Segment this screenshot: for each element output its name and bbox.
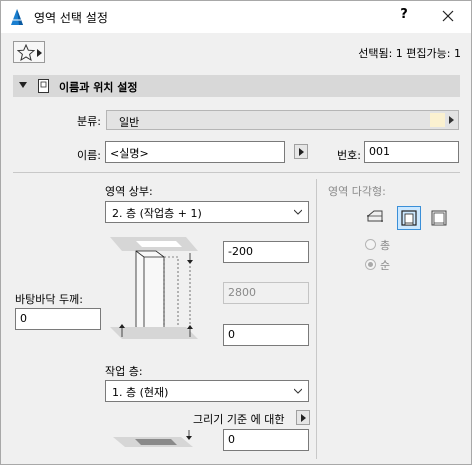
number-label: 번호: <box>337 149 361 162</box>
section-header-name-position[interactable]: 이름과 위치 설정 <box>13 75 460 97</box>
home-story-select[interactable]: 1. 층 (현재) <box>105 380 309 402</box>
collapse-triangle-icon <box>19 82 27 88</box>
close-icon[interactable] <box>433 5 463 27</box>
polygon-net-icon <box>431 210 447 226</box>
height-input: 2800 <box>223 282 309 304</box>
selection-info: 선택됨: 1 편집가능: 1 <box>358 47 461 60</box>
polygon-gross-icon <box>401 210 417 226</box>
name-input[interactable]: <실명> <box>105 141 285 163</box>
star-icon <box>17 44 35 61</box>
name-label: 이름: <box>77 149 101 162</box>
polygon-net-button[interactable] <box>427 206 451 230</box>
vertical-divider <box>316 179 317 459</box>
dialog-window: 영역 선택 설정 ? 선택됨: 1 편집가능: 1 이름과 위치 설정 분류: … <box>0 0 472 465</box>
polygon-manual-button[interactable] <box>363 206 387 230</box>
favorites-button[interactable] <box>13 41 45 63</box>
floor-thickness-label: 바탕바닥 두께: <box>15 293 83 306</box>
radio-gross-label: 총 <box>380 239 391 252</box>
reference-label: 그리기 기준 에 대한 <box>193 413 285 426</box>
polygon-gross-button[interactable] <box>397 206 421 230</box>
radio-gross[interactable] <box>365 239 376 250</box>
triangle-right-icon <box>301 414 306 422</box>
top-offset-input[interactable]: -200 <box>223 241 309 263</box>
category-color-swatch <box>430 113 445 127</box>
category-selector[interactable]: 일반 <box>106 110 459 130</box>
triangle-right-icon <box>299 148 304 156</box>
reference-offset-input[interactable]: 0 <box>223 429 309 451</box>
top-story-select[interactable]: 2. 층 (작업층 + 1) <box>105 201 309 223</box>
divider <box>13 172 460 173</box>
top-label: 영역 상부: <box>105 185 153 198</box>
reference-level-icon <box>113 430 193 447</box>
reference-options-button[interactable] <box>296 410 310 425</box>
section-title: 이름과 위치 설정 <box>59 81 138 94</box>
document-icon <box>38 79 49 93</box>
bottom-offset-input[interactable]: 0 <box>223 324 309 346</box>
title-bar: 영역 선택 설정 ? <box>1 1 471 33</box>
number-input[interactable]: 001 <box>364 141 459 163</box>
app-logo-icon <box>11 9 23 25</box>
top-story-value: 2. 층 (작업층 + 1) <box>112 207 202 220</box>
chevron-down-icon <box>294 209 302 215</box>
category-label: 분류: <box>77 115 101 128</box>
polygon-manual-icon <box>367 210 383 222</box>
triangle-right-icon <box>37 49 42 57</box>
home-story-label: 작업 층: <box>105 365 143 378</box>
radio-net-label: 순 <box>380 259 391 272</box>
category-value: 일반 <box>119 116 140 129</box>
chevron-down-icon <box>294 388 302 394</box>
floor-thickness-input[interactable]: 0 <box>15 308 101 330</box>
triangle-right-icon <box>449 116 454 124</box>
polygon-label: 영역 다각형: <box>328 185 386 198</box>
window-title: 영역 선택 설정 <box>34 11 108 25</box>
radio-net[interactable] <box>365 259 376 270</box>
help-button[interactable]: ? <box>389 7 419 27</box>
zone-height-diagram <box>110 237 198 339</box>
name-options-button[interactable] <box>294 144 308 159</box>
home-story-value: 1. 층 (현재) <box>112 386 169 399</box>
